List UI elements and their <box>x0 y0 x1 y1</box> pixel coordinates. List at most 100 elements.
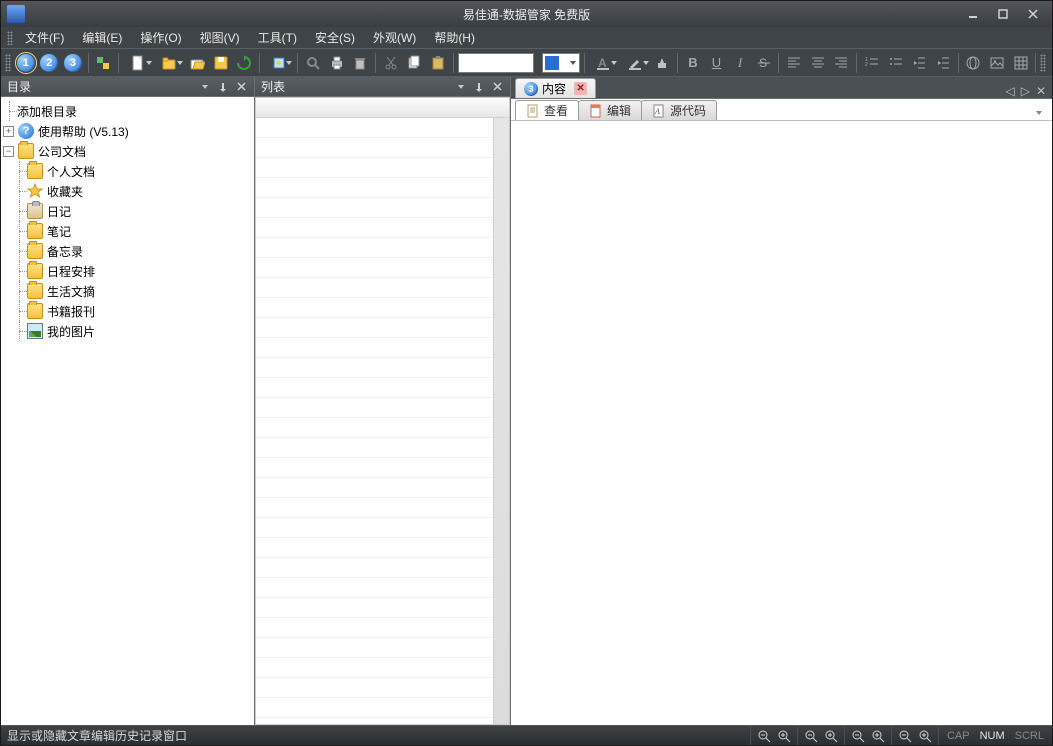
expand-icon[interactable]: + <box>3 126 14 137</box>
clear-format-button[interactable] <box>652 52 674 74</box>
workspace-2-button[interactable]: 2 <box>38 52 60 74</box>
tree-add-root[interactable]: 添加根目录 <box>17 103 77 120</box>
zoom-in-button-3[interactable] <box>869 728 887 744</box>
folder-icon <box>27 223 43 239</box>
cut-button[interactable] <box>380 52 402 74</box>
attachment-button[interactable] <box>264 52 293 74</box>
title-bar[interactable]: 易佳通-数据管家 免费版 <box>1 1 1052 27</box>
sync-button[interactable] <box>93 52 115 74</box>
tree-pictures[interactable]: 我的图片 <box>47 323 95 340</box>
tree-notes[interactable]: 笔记 <box>47 223 71 240</box>
document-tab[interactable]: 3 内容 ✕ <box>515 78 596 98</box>
pane-dropdown-icon[interactable] <box>198 80 212 94</box>
zoom-out-button-3[interactable] <box>849 728 867 744</box>
menu-view[interactable]: 视图(V) <box>192 27 248 48</box>
maximize-button[interactable] <box>990 6 1016 22</box>
collapse-icon[interactable]: − <box>3 146 14 157</box>
zoom-in-button[interactable] <box>775 728 793 744</box>
tree-digest[interactable]: 生活文摘 <box>47 283 95 300</box>
print-button[interactable] <box>326 52 348 74</box>
italic-button[interactable]: I <box>729 52 751 74</box>
open-button[interactable] <box>186 52 208 74</box>
content-view[interactable] <box>511 121 1052 725</box>
tab-prev-icon[interactable]: ◁ <box>1005 84 1014 98</box>
list-column-header[interactable] <box>256 98 509 118</box>
directory-tree[interactable]: 添加根目录 +?使用帮助 (V5.13) −公司文档 个人文档 收藏夹 日记 笔… <box>1 97 254 725</box>
menu-tools[interactable]: 工具(T) <box>250 27 305 48</box>
content-pane: 3 内容 ✕ ◁ ▷ ✕ 查看 编辑 <box>511 77 1052 725</box>
underline-button[interactable]: U <box>706 52 728 74</box>
paste-button[interactable] <box>427 52 449 74</box>
tree-personal[interactable]: 个人文档 <box>47 163 95 180</box>
separator-icon <box>677 53 678 73</box>
sub-tab-view[interactable]: 查看 <box>515 100 579 120</box>
tree-company-docs[interactable]: 公司文档 <box>38 143 86 160</box>
tree-books[interactable]: 书籍报刊 <box>47 303 95 320</box>
svg-text:2: 2 <box>865 62 868 68</box>
zoom-in-button-4[interactable] <box>916 728 934 744</box>
copy-button[interactable] <box>404 52 426 74</box>
find-button[interactable] <box>302 52 324 74</box>
menu-appearance[interactable]: 外观(W) <box>365 27 424 48</box>
tree-schedule[interactable]: 日程安排 <box>47 263 95 280</box>
zoom-out-button-2[interactable] <box>802 728 820 744</box>
font-size-select[interactable] <box>542 53 579 73</box>
insert-image-button[interactable] <box>986 52 1008 74</box>
save-button[interactable] <box>210 52 232 74</box>
font-color-button[interactable]: A <box>589 52 618 74</box>
ordered-list-button[interactable]: 12 <box>861 52 883 74</box>
outdent-button[interactable] <box>908 52 930 74</box>
close-button[interactable] <box>1020 6 1046 22</box>
sub-tab-options-icon[interactable] <box>1032 106 1046 120</box>
tab-next-icon[interactable]: ▷ <box>1021 84 1030 98</box>
list-pane-header: 列表 <box>255 77 510 97</box>
pane-dropdown-icon[interactable] <box>454 80 468 94</box>
tree-favorites[interactable]: 收藏夹 <box>47 183 83 200</box>
refresh-button[interactable] <box>233 52 255 74</box>
strikethrough-button[interactable]: S <box>753 52 775 74</box>
list-body[interactable] <box>256 118 509 724</box>
menu-file[interactable]: 文件(F) <box>17 27 72 48</box>
zoom-in-button-2[interactable] <box>822 728 840 744</box>
align-center-button[interactable] <box>807 52 829 74</box>
font-family-select[interactable] <box>458 53 535 73</box>
folder-icon <box>27 243 43 259</box>
bold-button[interactable]: B <box>682 52 704 74</box>
pane-pin-icon[interactable] <box>216 80 230 94</box>
minimize-button[interactable] <box>960 6 986 22</box>
menu-help[interactable]: 帮助(H) <box>426 27 483 48</box>
zoom-out-button[interactable] <box>755 728 773 744</box>
tree-help-node[interactable]: 使用帮助 (V5.13) <box>38 123 129 140</box>
tree-line-icon <box>13 221 27 241</box>
workspace-3-button[interactable]: 3 <box>62 52 84 74</box>
new-folder-button[interactable] <box>155 52 184 74</box>
menu-action[interactable]: 操作(O) <box>132 27 189 48</box>
pane-close-icon[interactable] <box>490 80 504 94</box>
sub-tab-edit-label: 编辑 <box>607 102 631 119</box>
insert-link-button[interactable] <box>963 52 985 74</box>
pane-pin-icon[interactable] <box>472 80 486 94</box>
tab-close-icon[interactable]: ✕ <box>574 82 587 95</box>
highlight-button[interactable] <box>620 52 649 74</box>
align-right-button[interactable] <box>831 52 853 74</box>
directory-pane: 目录 添加根目录 +?使用帮助 (V5.13) −公司文档 个人文档 收藏夹 日… <box>1 77 255 725</box>
list-view[interactable] <box>255 97 510 725</box>
indent-button[interactable] <box>932 52 954 74</box>
delete-button[interactable] <box>349 52 371 74</box>
tree-memo[interactable]: 备忘录 <box>47 243 83 260</box>
unordered-list-button[interactable] <box>885 52 907 74</box>
sub-tab-source[interactable]: A 源代码 <box>641 100 717 120</box>
insert-table-button[interactable] <box>1010 52 1032 74</box>
sub-tab-edit[interactable]: 编辑 <box>578 100 642 120</box>
menu-security[interactable]: 安全(S) <box>307 27 363 48</box>
workspace-1-button[interactable]: 1 <box>15 52 37 74</box>
menu-edit[interactable]: 编辑(E) <box>74 27 130 48</box>
edit-icon <box>589 104 603 118</box>
new-document-button[interactable] <box>123 52 152 74</box>
tree-diary[interactable]: 日记 <box>47 203 71 220</box>
zoom-out-button-4[interactable] <box>896 728 914 744</box>
status-message: 显示或隐藏文章编辑历史记录窗口 <box>1 727 750 744</box>
tab-close-all-icon[interactable]: ✕ <box>1036 84 1046 98</box>
align-left-button[interactable] <box>783 52 805 74</box>
pane-close-icon[interactable] <box>234 80 248 94</box>
